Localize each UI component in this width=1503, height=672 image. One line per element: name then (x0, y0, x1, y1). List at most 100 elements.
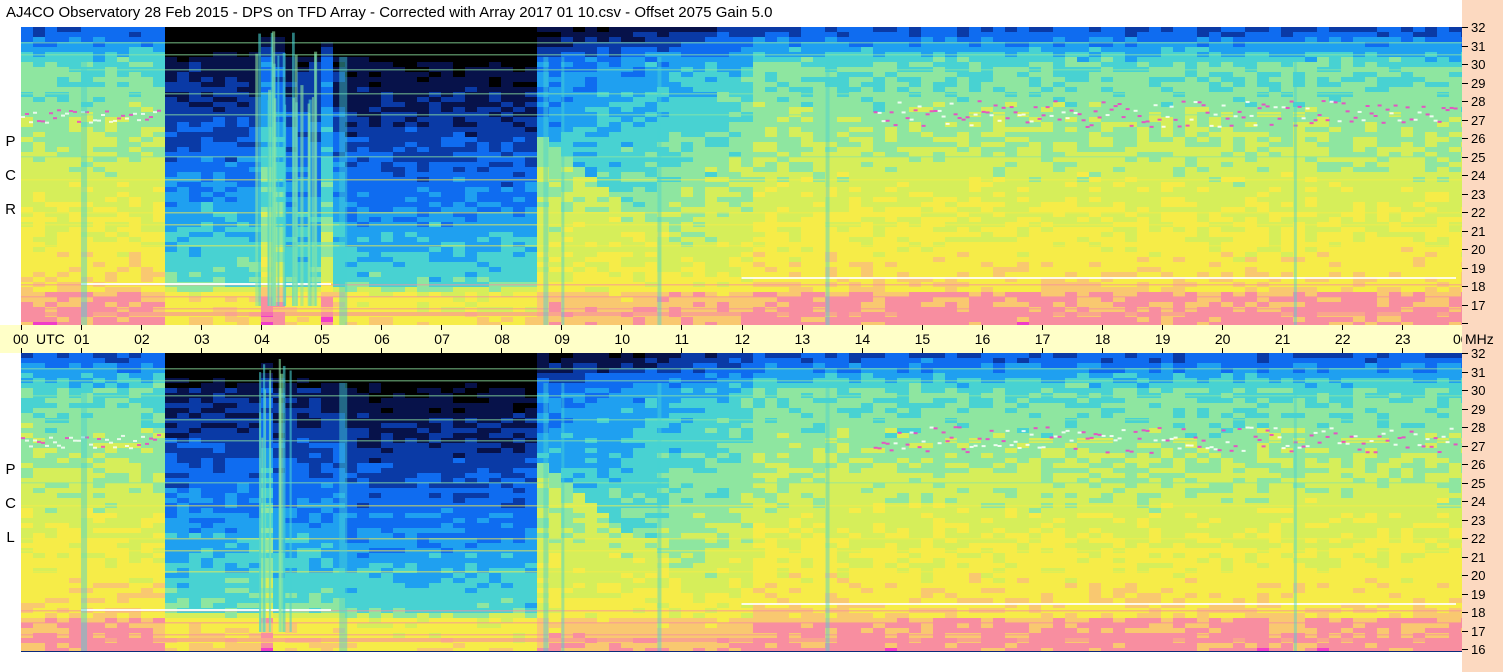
spectrogram-cell (525, 317, 538, 323)
spectrogram-cell (813, 117, 826, 123)
spectrogram-cell (201, 187, 214, 193)
spectrogram-cell (309, 307, 322, 313)
spectrogram-cell (645, 32, 658, 38)
spectrogram-cell (909, 47, 922, 53)
spectrogram-cell (405, 72, 418, 78)
spectrogram-cell (525, 257, 538, 263)
spectrogram-cell (93, 192, 106, 198)
spectrogram-cell (933, 87, 946, 93)
spectrogram-cell (393, 317, 406, 323)
spectrogram-cell (573, 92, 586, 98)
spectrogram-cell (213, 267, 226, 273)
spectrogram-cell (45, 257, 58, 263)
spectrogram-cell (621, 247, 634, 253)
spectrogram-cell (729, 197, 742, 203)
spectrogram-cell (357, 232, 370, 238)
spectrogram-cell (165, 107, 178, 113)
spectrogram-cell (633, 167, 646, 173)
spectrogram-cell (981, 307, 994, 313)
spectrogram-cell (465, 117, 478, 123)
spectrogram-cell (921, 77, 934, 83)
spectrogram-cell (153, 247, 166, 253)
spectrogram-cell (189, 92, 202, 98)
spectrogram-cell (897, 92, 910, 98)
spectrogram-cell (717, 77, 730, 83)
spectrogram-cell (789, 122, 802, 128)
spectrogram-cell (909, 147, 922, 153)
spectrogram-cell (477, 172, 490, 178)
spectrogram-cell (801, 227, 814, 233)
spectrogram-cell (861, 77, 874, 83)
spectrogram-cell (885, 57, 898, 63)
spectrogram-cell (729, 57, 742, 63)
spectrogram-cell (381, 37, 394, 43)
spectrogram-cell (21, 57, 34, 63)
spectrogram-cell (705, 202, 718, 208)
spectrogram-cell (381, 157, 394, 163)
spectrogram-cell (765, 272, 778, 278)
spectrogram-cell (153, 167, 166, 173)
spectrogram-cell (1005, 167, 1018, 173)
spectrogram-cell (753, 232, 766, 238)
spectrogram-cell (1005, 92, 1018, 98)
spectrogram-cell (189, 107, 202, 113)
spectrogram-cell (105, 142, 118, 148)
spectrogram-cell (189, 32, 202, 38)
spectrogram-cell (105, 77, 118, 83)
spectrogram-cell (441, 257, 454, 263)
spectrogram-cell (477, 82, 490, 88)
spectrogram-cell (777, 47, 790, 53)
spectrogram-cell (729, 307, 742, 313)
spectrogram-cell (513, 132, 526, 138)
spectrogram-cell (381, 317, 394, 323)
spectrogram-cell (945, 92, 958, 98)
spectrogram-cell (165, 307, 178, 313)
spectrogram-cell (861, 72, 874, 78)
spectrogram-cell (921, 262, 934, 268)
spectrogram-cell (681, 267, 694, 273)
spectrogram-cell (21, 37, 34, 43)
spectrogram-cell (417, 37, 430, 43)
spectrogram-cell (93, 247, 106, 253)
spectrogram-cell (573, 272, 586, 278)
spectrogram-cell (501, 157, 514, 163)
spectrogram-cell (69, 62, 82, 68)
spectrogram-cell (885, 92, 898, 98)
spectrogram-cell (1005, 97, 1018, 103)
spectrogram-cell (741, 27, 754, 33)
spectrogram-cell (93, 82, 106, 88)
spectrogram-cell (369, 37, 382, 43)
spectrogram-cell (381, 242, 394, 248)
spectrogram-cell (489, 167, 502, 173)
spectrogram-cell (669, 307, 682, 313)
spectrogram-cell (945, 227, 958, 233)
spectrogram-cell (129, 137, 142, 143)
spectrogram-cell (765, 82, 778, 88)
spectrogram-cell (705, 207, 718, 213)
spectrogram-cell (369, 62, 382, 68)
spectrogram-cell (21, 187, 34, 193)
spectrogram-cell (93, 162, 106, 168)
spectrogram-cell (393, 287, 406, 293)
spectrogram-cell (381, 252, 394, 258)
spectrogram-cell (357, 32, 370, 38)
spectrogram-cell (849, 117, 862, 123)
spectrogram-cell (441, 182, 454, 188)
spectrogram-cell (801, 197, 814, 203)
spectrogram-cell (741, 272, 754, 278)
spectrogram-cell (873, 62, 886, 68)
spectrogram-cell (501, 277, 514, 283)
spectrogram-cell (189, 202, 202, 208)
spectrogram-cell (165, 37, 178, 43)
spectrogram-cell (369, 192, 382, 198)
spectrogram-cell (609, 122, 622, 128)
spectrogram-cell (57, 267, 70, 273)
spectrogram-cell (933, 317, 946, 323)
spectrogram-cell (405, 182, 418, 188)
spectrogram-cell (549, 227, 562, 233)
spectrogram-cell (981, 192, 994, 198)
spectrogram-cell (441, 227, 454, 233)
spectrogram-cell (21, 147, 34, 153)
spectrogram-cell (453, 262, 466, 268)
spectrogram-cell (885, 262, 898, 268)
